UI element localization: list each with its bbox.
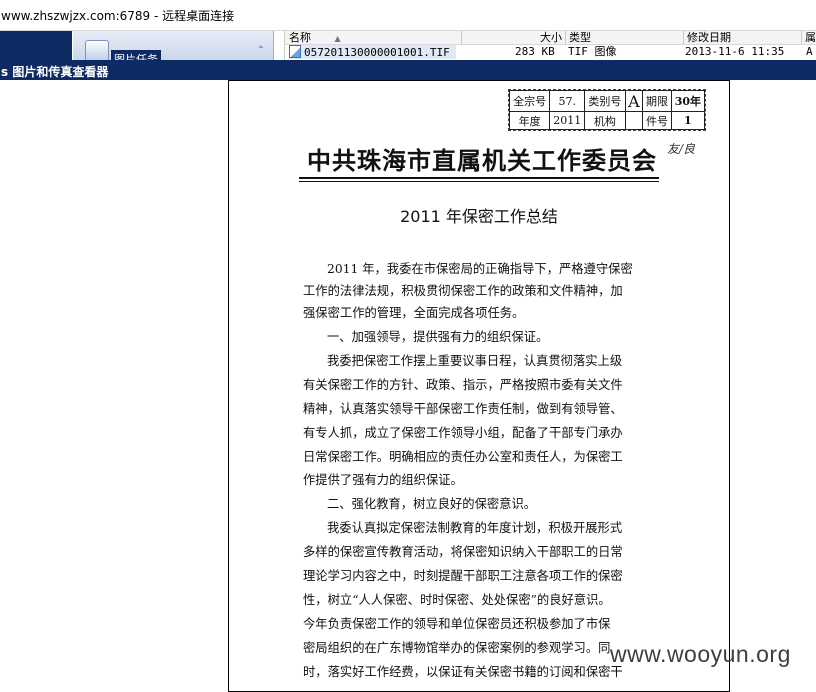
stamp-jianhao-label: 件号 [642, 111, 672, 130]
explorer-left-strip [0, 31, 72, 60]
column-name-label: 名称 [289, 31, 311, 44]
document-title: 2011 年保密工作总结 [400, 207, 558, 226]
window-title: www.zhszwjzx.com:6789 - 远程桌面连接 [1, 9, 235, 23]
header-rule-thin [299, 181, 659, 182]
body-line: 精神，认真落实领导干部保密工作责任制，做到有领导管、 [303, 402, 623, 416]
file-type: TIF 图像 [568, 45, 617, 58]
column-header-attributes[interactable]: 属 [801, 31, 816, 44]
header-rule-thick [299, 177, 659, 179]
chevron-up-icon[interactable]: ⌃ [257, 45, 265, 56]
body-line: 我委认真拟定保密法制教育的年度计划，积极开展形式 [327, 521, 623, 535]
stamp-quanzonghao-label: 全宗号 [508, 89, 551, 113]
body-line: 有关保密工作的方针、政策、指示，严格按照市委有关文件 [303, 378, 623, 392]
body-line: 2011 年，我委在市保密局的正确指导下，严格遵守保密 [327, 262, 633, 276]
section-heading: 二、强化教育，树立良好的保密意识。 [327, 497, 537, 511]
column-header-modified[interactable]: 修改日期 [683, 31, 803, 44]
sort-ascending-icon: ▲ [334, 34, 341, 43]
stamp-jigou-value [624, 111, 644, 130]
picture-tasks-icon [85, 40, 109, 60]
remote-desktop-titlebar: www.zhszwjzx.com:6789 - 远程桌面连接 [0, 0, 816, 31]
file-name-cell[interactable]: 057201130000001001.TIF [289, 45, 456, 59]
stamp-leibiehao-label: 类别号 [584, 89, 626, 113]
file-size: 283 KB [515, 45, 555, 58]
stamp-niandu-value: 2011 [549, 111, 586, 130]
handwritten-signature: 友/良 [667, 142, 696, 156]
body-line: 今年负责保密工作的领导和单位保密员还积极参加了市保 [303, 617, 611, 631]
scanned-document: 全宗号 57. 类别号 A 期限 30年 年度 2011 机构 件号 1 友/良… [228, 80, 730, 692]
file-name: 057201130000001001.TIF [304, 46, 450, 59]
file-attributes: A [806, 45, 813, 58]
stamp-leibiehao-value: A [624, 89, 644, 113]
section-heading: 一、加强领导，提供强有力的组织保证。 [327, 330, 549, 344]
viewer-titlebar: s 图片和传真查看器 [0, 60, 816, 80]
column-header-name[interactable]: 名称 ▲ [289, 31, 459, 44]
picture-tasks-label[interactable]: 图片任务 [111, 50, 161, 60]
organization-header: 中共珠海市直属机关工作委员会 [307, 146, 657, 175]
column-header-type[interactable]: 类型 [565, 31, 683, 44]
stamp-jigou-label: 机构 [584, 111, 626, 130]
stamp-jianhao-value: 1 [670, 111, 706, 130]
body-line: 多样的保密宣传教育活动，将保密知识纳入干部职工的日常 [303, 545, 623, 559]
body-line: 密局组织的在广东博物馆举办的保密案例的参观学习。同 [303, 641, 611, 655]
body-line: 性，树立“人人保密、时时保密、处处保密”的良好意识。 [303, 593, 611, 607]
body-line: 日常保密工作。明确相应的责任办公室和责任人，为保密工 [303, 450, 623, 464]
stamp-niandu-label: 年度 [508, 111, 551, 130]
explorer-task-pane[interactable]: 图片任务 ⌃ [73, 31, 274, 60]
body-line: 工作的法律法规，积极贯彻保密工作的政策和文件精神，加 [303, 284, 623, 298]
tif-image-icon [289, 45, 301, 58]
archive-stamp: 全宗号 57. 类别号 A 期限 30年 年度 2011 机构 件号 1 [508, 89, 706, 131]
file-list-header: 名称 ▲ 大小 类型 修改日期 属 [285, 31, 816, 45]
stamp-qixian-value: 30年 [670, 89, 706, 113]
body-line: 作提供了强有力的组织保证。 [303, 473, 463, 487]
body-line: 时，落实好工作经费，以保证有关保密书籍的订阅和保密干 [303, 665, 623, 679]
stamp-quanzonghao-value: 57. [549, 89, 586, 113]
viewer-title: s 图片和传真查看器 [1, 65, 109, 79]
watermark: www.wooyun.org [610, 641, 791, 667]
body-line: 有专人抓，成立了保密工作领导小组，配备了干部专门承办 [303, 426, 623, 440]
body-line: 我委把保密工作摆上重要议事日程，认真贯彻落实上级 [327, 354, 623, 368]
file-modified: 2013-11-6 11:35 [685, 45, 785, 58]
file-list[interactable]: 名称 ▲ 大小 类型 修改日期 属 057201130000001001.TIF… [284, 31, 816, 60]
body-line: 理论学习内容之中，时刻提醒干部职工注意各项工作的保密 [303, 569, 623, 583]
column-header-size[interactable]: 大小 [461, 31, 566, 44]
stamp-qixian-label: 期限 [642, 89, 672, 113]
file-row[interactable]: 057201130000001001.TIF 283 KB TIF 图像 201… [285, 45, 816, 59]
body-line: 强保密工作的管理，全面完成各项任务。 [303, 306, 525, 320]
